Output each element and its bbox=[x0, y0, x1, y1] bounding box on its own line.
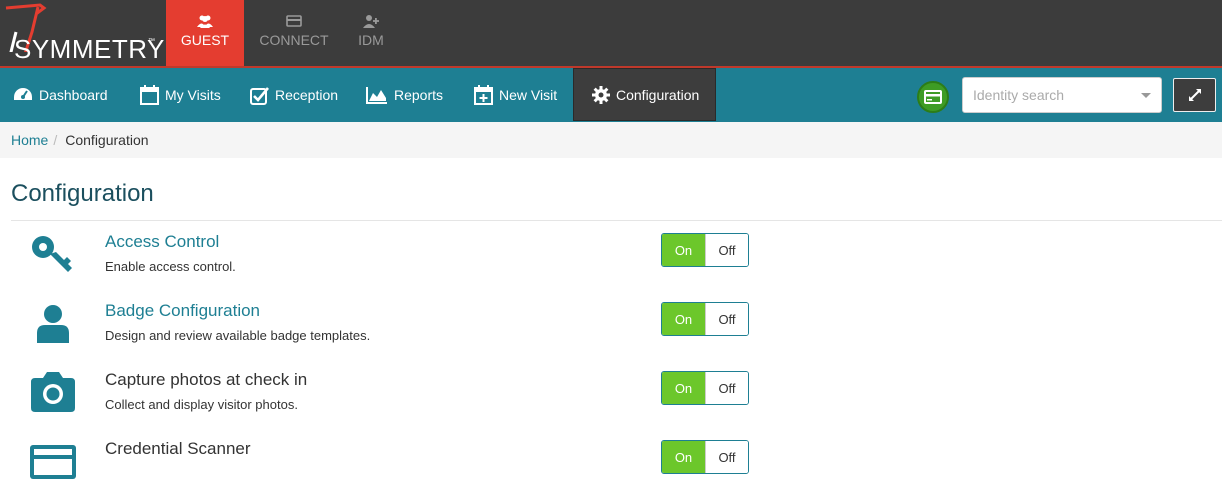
setting-name[interactable]: Badge Configuration bbox=[105, 301, 260, 321]
setting-description: Design and review available badge templa… bbox=[105, 328, 371, 343]
dashboard-icon bbox=[14, 88, 32, 100]
app-tab-label: IDM bbox=[358, 32, 384, 48]
breadcrumb: Home / Configuration bbox=[0, 122, 1222, 158]
brand-name: SYMMETRY bbox=[14, 34, 165, 64]
symmetry-logo[interactable]: SYMMETRY ™ bbox=[0, 0, 166, 66]
nav-label: New Visit bbox=[499, 87, 558, 103]
toggle-switch[interactable]: On Off bbox=[661, 302, 749, 336]
nav-label: Reports bbox=[394, 87, 444, 103]
identity-search[interactable] bbox=[962, 77, 1162, 113]
toggle-on[interactable]: On bbox=[662, 234, 705, 266]
breadcrumb-separator: / bbox=[53, 132, 58, 148]
nav-my-visits[interactable]: My Visits bbox=[140, 68, 221, 122]
nav-configuration[interactable]: Configuration bbox=[573, 68, 716, 121]
app-tab-idm[interactable]: IDM bbox=[329, 0, 413, 66]
setting-row-access-control: Access Control Enable access control. On… bbox=[0, 224, 1222, 293]
setting-row-badge-configuration: Badge Configuration Design and review av… bbox=[0, 293, 1222, 362]
setting-row-capture-photos: Capture photos at check in Collect and d… bbox=[0, 362, 1222, 431]
toggle-off[interactable]: Off bbox=[704, 372, 748, 404]
top-bar: SYMMETRY ™ GUEST CONNECT IDM bbox=[0, 0, 1222, 68]
area-chart-icon bbox=[366, 87, 387, 104]
user-plus-icon bbox=[363, 15, 379, 28]
toggle-switch[interactable]: On Off bbox=[661, 233, 749, 267]
app-tab-connect[interactable]: CONNECT bbox=[252, 0, 336, 66]
nav-label: Reception bbox=[275, 87, 339, 103]
toggle-off[interactable]: Off bbox=[704, 441, 748, 473]
nav-label: Configuration bbox=[616, 86, 700, 103]
app-tab-guest[interactable]: GUEST bbox=[166, 0, 244, 66]
calendar-plus-icon bbox=[474, 85, 493, 105]
credit-card-icon bbox=[924, 90, 942, 104]
breadcrumb-current: Configuration bbox=[65, 132, 149, 148]
credential-scan-button[interactable] bbox=[917, 81, 949, 113]
checkbox-icon bbox=[250, 86, 269, 105]
gear-icon bbox=[592, 85, 610, 104]
setting-name: Credential Scanner bbox=[105, 439, 251, 458]
credit-card-icon bbox=[30, 445, 76, 479]
nav-label: Dashboard bbox=[39, 87, 108, 103]
setting-description: Collect and display visitor photos. bbox=[105, 397, 298, 412]
key-icon bbox=[32, 236, 72, 272]
toggle-switch[interactable]: On Off bbox=[661, 371, 749, 405]
setting-name: Capture photos at check in bbox=[105, 370, 308, 389]
nav-label: My Visits bbox=[165, 87, 221, 103]
toggle-on[interactable]: On bbox=[662, 372, 705, 404]
setting-row-credential-scanner: Credential Scanner On Off bbox=[0, 431, 1222, 500]
toggle-on[interactable]: On bbox=[662, 303, 705, 335]
chevron-down-icon[interactable] bbox=[1141, 93, 1151, 98]
identity-search-input[interactable] bbox=[963, 78, 1133, 112]
toggle-off[interactable]: Off bbox=[704, 234, 748, 266]
app-tab-label: CONNECT bbox=[259, 32, 329, 48]
app-tab-label: GUEST bbox=[180, 32, 230, 48]
nav-new-visit[interactable]: New Visit bbox=[474, 68, 557, 122]
breadcrumb-home[interactable]: Home bbox=[11, 132, 48, 148]
setting-name[interactable]: Access Control bbox=[105, 232, 219, 252]
toggle-off[interactable]: Off bbox=[704, 303, 748, 335]
divider bbox=[11, 220, 1222, 221]
user-icon bbox=[37, 305, 69, 343]
card-icon bbox=[286, 15, 302, 27]
toggle-on[interactable]: On bbox=[662, 441, 705, 473]
fullscreen-button[interactable] bbox=[1173, 78, 1216, 112]
toggle-switch[interactable]: On Off bbox=[661, 440, 749, 474]
brand-trademark: ™ bbox=[148, 38, 155, 45]
nav-reports[interactable]: Reports bbox=[366, 68, 443, 122]
expand-icon bbox=[1188, 89, 1201, 101]
users-icon bbox=[197, 15, 213, 28]
calendar-icon bbox=[140, 85, 159, 105]
setting-description: Enable access control. bbox=[105, 259, 236, 274]
nav-reception[interactable]: Reception bbox=[250, 68, 338, 122]
page-title: Configuration bbox=[11, 180, 154, 207]
camera-icon bbox=[31, 372, 75, 412]
nav-dashboard[interactable]: Dashboard bbox=[13, 68, 108, 122]
